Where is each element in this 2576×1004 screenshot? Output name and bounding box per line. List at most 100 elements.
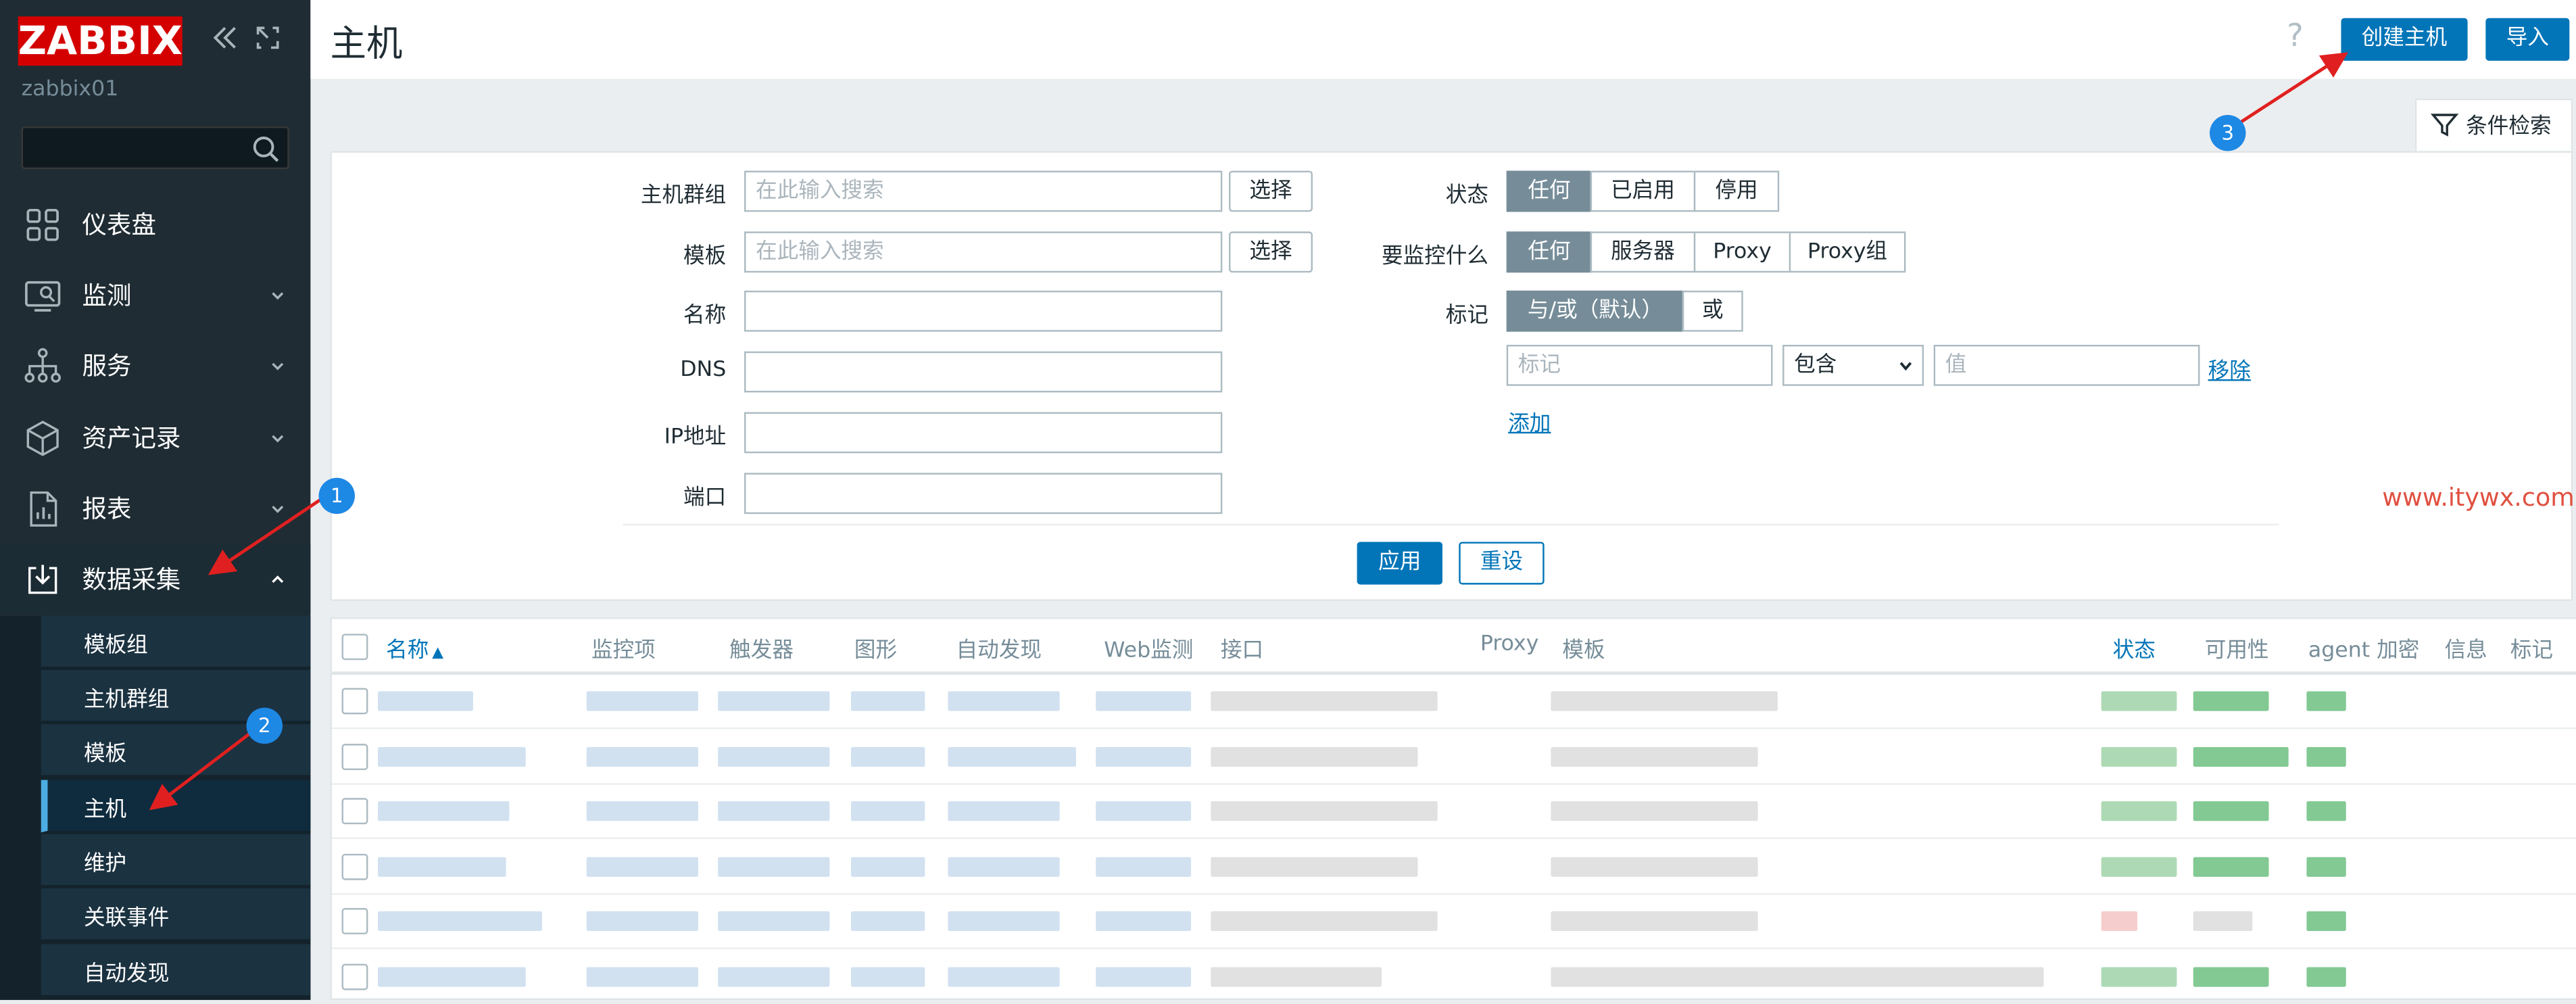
tag-name-input[interactable]: 标记 [1506,345,1773,386]
filter-panel: 主机群组 在此输入搜索 选择 模板 在此输入搜索 选择 名称 DNS IP地址 … [330,151,2573,601]
row-checkbox[interactable] [341,798,368,825]
tag-operator-select[interactable]: 包含 [1782,345,1924,386]
table-row[interactable] [331,675,2576,730]
data-collection-submenu: 模板组 主机群组 模板 主机 维护 关联事件 自动发现 [0,615,311,1001]
tags-or-option[interactable]: 或 [1682,290,1743,332]
page-header: 主机 ? 创建主机 导入 [310,0,2576,79]
name-input[interactable] [744,290,1223,332]
monitored-by-label: 要监控什么 [1382,244,1489,270]
templates-input[interactable]: 在此输入搜索 [744,231,1223,273]
status-any-option[interactable]: 任何 [1506,170,1593,212]
redacted-cell [586,691,698,711]
status-disabled-option[interactable]: 停用 [1693,170,1780,212]
status-enabled-option[interactable]: 已启用 [1590,170,1696,212]
host-groups-select-button[interactable]: 选择 [1229,170,1313,212]
redacted-cell [718,911,830,932]
select-all-checkbox[interactable] [341,634,368,661]
redacted-cell [1551,911,1758,932]
submenu-discovery[interactable]: 自动发现 [41,944,311,997]
tag-value-input[interactable]: 值 [1933,345,2200,386]
sidebar-search-input[interactable] [21,126,289,170]
dashboard-icon [26,209,59,241]
submenu-maintenance[interactable]: 维护 [41,834,311,887]
host-groups-label: 主机群组 [640,184,727,209]
search-icon[interactable] [251,135,281,164]
table-row[interactable] [331,895,2576,949]
submenu-label: 主机群组 [83,688,170,713]
app-root: ZABBIX zabbix01 仪表盘 监测 服务 资产记录 报表 数据采集 模… [0,0,2576,1004]
column-header-status[interactable]: 状态 [2113,632,2156,663]
monitored-by-server-option[interactable]: 服务器 [1590,231,1696,273]
row-checkbox[interactable] [341,963,368,990]
row-checkbox[interactable] [341,908,368,934]
monitored-by-any-option[interactable]: 任何 [1506,231,1593,273]
redacted-cell [1211,856,1418,876]
host-groups-input[interactable]: 在此输入搜索 [744,170,1223,212]
row-checkbox[interactable] [341,742,368,769]
submenu-event-correlation[interactable]: 关联事件 [41,888,311,941]
redacted-cell [2193,746,2289,766]
table-row[interactable] [331,950,2576,1004]
import-button[interactable]: 导入 [2485,18,2570,61]
submenu-template-groups[interactable]: 模板组 [41,615,311,669]
help-icon[interactable]: ? [2287,18,2304,54]
column-header-tags: 标记 [2510,638,2554,664]
annotation-badge-1: 1 [318,477,355,515]
redacted-cell [2193,911,2253,932]
tag-operator-value: 包含 [1794,353,1837,378]
redacted-cell [850,746,925,766]
redacted-cell [1096,691,1192,711]
menu-data-collection[interactable]: 数据采集 [0,543,311,615]
table-row[interactable] [331,730,2576,784]
redacted-cell [1211,911,1438,932]
zabbix-logo[interactable]: ZABBIX [18,16,183,66]
table-row[interactable] [331,785,2576,840]
monitored-by-proxy-option[interactable]: Proxy [1693,231,1791,273]
filter-tab-label: 条件检索 [2466,115,2552,140]
tag-add-link[interactable]: 添加 [1508,406,1551,437]
port-input[interactable] [744,473,1223,515]
server-name: zabbix01 [21,77,119,102]
column-header-items: 监控项 [591,638,656,664]
row-checkbox[interactable] [341,853,368,880]
row-checkbox[interactable] [341,688,368,715]
column-header-name[interactable]: 名称 ▲ [386,632,443,663]
table-row[interactable] [331,840,2576,894]
kiosk-mode-icon[interactable] [253,23,283,53]
annotation-badge-2: 2 [246,707,283,744]
menu-label: 仪表盘 [82,210,156,240]
redacted-cell [1211,746,1418,766]
menu-dashboard[interactable]: 仪表盘 [0,189,310,259]
redacted-cell [2101,856,2177,876]
status-label: 状态 [1445,184,1489,209]
redacted-cell [718,801,830,821]
redacted-cell [1211,691,1438,711]
collapse-sidebar-icon[interactable] [210,23,240,53]
name-label: 名称 [683,304,727,329]
menu-services[interactable]: 服务 [0,330,310,400]
monitored-by-proxy-group-option[interactable]: Proxy组 [1789,231,1906,273]
menu-reports[interactable]: 报表 [0,473,310,543]
redacted-cell [1096,746,1192,766]
ip-input[interactable] [744,412,1223,454]
submenu-hosts[interactable]: 主机 [41,780,311,833]
redacted-cell [2193,801,2269,821]
dns-input[interactable] [744,351,1223,393]
create-host-button[interactable]: 创建主机 [2341,18,2468,61]
tag-remove-link[interactable]: 移除 [2208,353,2251,384]
redacted-cell [850,856,925,876]
redacted-cell [1551,966,2044,986]
tags-and-or-option[interactable]: 与/或（默认） [1506,290,1684,332]
redacted-cell [2306,911,2346,932]
column-header-label: 名称 [386,638,429,664]
filter-tab[interactable]: 条件检索 [2414,98,2573,151]
templates-select-button[interactable]: 选择 [1229,231,1313,273]
redacted-cell [1551,691,1778,711]
menu-monitoring[interactable]: 监测 [0,260,310,330]
reset-button[interactable]: 重设 [1459,542,1545,585]
templates-label: 模板 [683,244,727,270]
apply-button[interactable]: 应用 [1357,542,1442,585]
menu-inventory[interactable]: 资产记录 [0,402,310,473]
main-content: 主机 ? 创建主机 导入 条件检索 主机群组 在此输入搜索 选择 模板 在此输入… [310,0,2576,1004]
redacted-cell [948,911,1060,932]
